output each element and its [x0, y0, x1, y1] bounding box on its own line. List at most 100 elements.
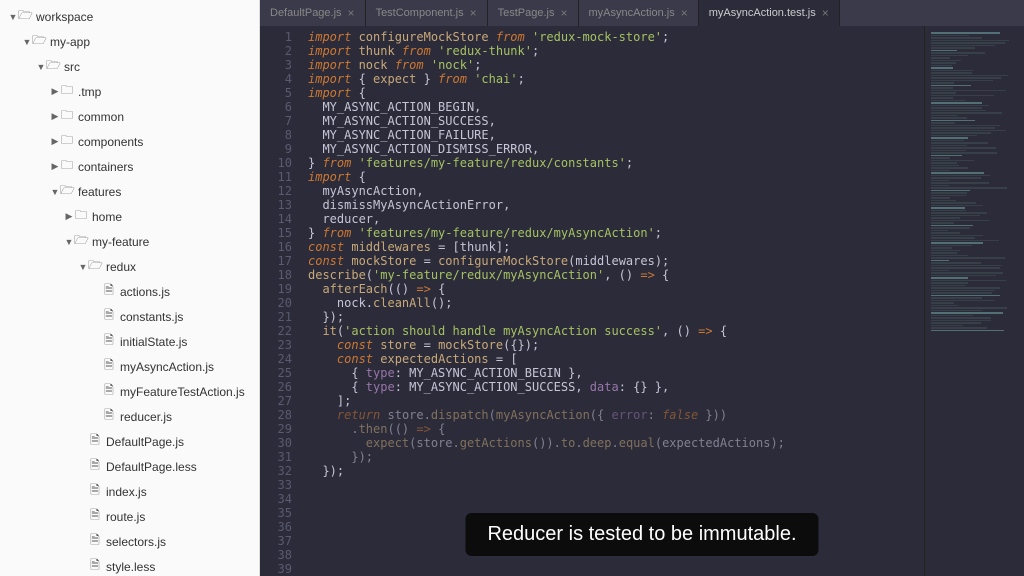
file-icon: 🗎 [102, 406, 116, 427]
tree-label: workspace [36, 10, 93, 24]
tab-DefaultPage-js[interactable]: DefaultPage.js × [260, 0, 366, 26]
tree-label: index.js [106, 485, 147, 499]
tab-close-icon[interactable]: × [470, 6, 477, 20]
file-icon: 🗎 [88, 556, 102, 576]
tab-bar: DefaultPage.js×TestComponent.js×TestPage… [260, 0, 1024, 26]
code-editor[interactable]: 1234567891011121314151617181920212223242… [260, 26, 1024, 576]
file-icon: 🗎 [102, 381, 116, 402]
tab-close-icon[interactable]: × [348, 6, 355, 20]
tree-label: my-app [50, 35, 90, 49]
tree-label: style.less [106, 560, 155, 574]
tree-item-actions-js[interactable]: 🗎actions.js [0, 279, 259, 304]
file-icon: 🗎 [88, 531, 102, 552]
tab-label: myAsyncAction.js [589, 7, 675, 19]
tree-item--tmp[interactable]: ▶🗀 .tmp [0, 79, 259, 104]
tree-label: common [78, 110, 124, 124]
tree-label: .tmp [78, 85, 101, 99]
tree-label: selectors.js [106, 535, 166, 549]
tree-label: components [78, 135, 143, 149]
tree-label: redux [106, 260, 136, 274]
folder-icon: 🗀 [60, 156, 74, 177]
folder-icon: 🗀 [74, 206, 88, 227]
file-icon: 🗎 [88, 481, 102, 502]
minimap[interactable] [924, 26, 1024, 576]
tab-myAsyncAction-test-js[interactable]: myAsyncAction.test.js × [699, 0, 840, 26]
tree-arrow-icon[interactable]: ▶ [50, 111, 60, 122]
tree-item-containers[interactable]: ▶🗀 containers [0, 154, 259, 179]
tab-myAsyncAction-js[interactable]: myAsyncAction.js × [579, 0, 699, 26]
tree-label: constants.js [120, 310, 183, 324]
tab-TestComponent-js[interactable]: TestComponent.js × [366, 0, 488, 26]
tree-item-myFeatureTestAction-js[interactable]: 🗎 myFeatureTestAction.js [0, 379, 259, 404]
tree-arrow-icon[interactable]: ▼ [8, 12, 18, 22]
tree-arrow-icon[interactable]: ▶ [50, 136, 60, 147]
tree-item-my-app[interactable]: ▼🗁 my-app [0, 29, 259, 54]
tab-close-icon[interactable]: × [822, 6, 829, 20]
tree-item-myAsyncAction-js[interactable]: 🗎 myAsyncAction.js [0, 354, 259, 379]
tab-label: myAsyncAction.test.js [709, 7, 816, 19]
tree-item-style-less[interactable]: 🗎 style.less [0, 554, 259, 576]
tree-item-workspace[interactable]: ▼🗁 workspace [0, 4, 259, 29]
tree-arrow-icon[interactable]: ▼ [36, 62, 46, 72]
tree-arrow-icon[interactable]: ▶ [64, 211, 74, 222]
file-tree-sidebar[interactable]: ▼🗁workspace▼🗁my-app▼🗁src▶🗀.tmp▶🗀common▶🗀… [0, 0, 260, 576]
file-icon: 🗎 [102, 306, 116, 327]
tree-item-components[interactable]: ▶🗀 components [0, 129, 259, 154]
folder-icon: 🗀 [60, 106, 74, 127]
tab-label: DefaultPage.js [270, 7, 342, 19]
tree-item-index-js[interactable]: 🗎 index.js [0, 479, 259, 504]
tree-item-reducer-js[interactable]: 🗎 reducer.js [0, 404, 259, 429]
caption-overlay: Reducer is tested to be immutable. [465, 513, 818, 556]
line-gutter: 1234567891011121314151617181920212223242… [260, 26, 300, 576]
tree-item-redux[interactable]: ▼🗁redux [0, 254, 259, 279]
tab-label: TestPage.js [498, 7, 555, 19]
tree-label: my-feature [92, 235, 149, 249]
tree-label: myFeatureTestAction.js [120, 385, 245, 399]
editor-area: DefaultPage.js×TestComponent.js×TestPage… [260, 0, 1024, 576]
tree-arrow-icon[interactable]: ▶ [50, 86, 60, 97]
tree-item-src[interactable]: ▼🗁 src [0, 54, 259, 79]
tab-TestPage-js[interactable]: TestPage.js × [488, 0, 579, 26]
tree-arrow-icon[interactable]: ▼ [64, 237, 74, 247]
tree-label: containers [78, 160, 133, 174]
tree-item-initialState-js[interactable]: 🗎initialState.js [0, 329, 259, 354]
file-icon: 🗎 [88, 456, 102, 477]
tree-arrow-icon[interactable]: ▼ [22, 37, 32, 47]
tree-item-DefaultPage-less[interactable]: 🗎 DefaultPage.less [0, 454, 259, 479]
tree-item-home[interactable]: ▶🗀 home [0, 204, 259, 229]
folder-open-icon: 🗁 [46, 56, 60, 77]
folder-open-icon: 🗁 [74, 231, 88, 252]
tree-label: reducer.js [120, 410, 172, 424]
folder-open-icon: 🗁 [18, 6, 32, 27]
tab-close-icon[interactable]: × [681, 6, 688, 20]
tree-arrow-icon[interactable]: ▼ [78, 262, 88, 272]
tree-item-selectors-js[interactable]: 🗎 selectors.js [0, 529, 259, 554]
tab-label: TestComponent.js [376, 7, 464, 19]
folder-icon: 🗀 [60, 81, 74, 102]
folder-open-icon: 🗁 [32, 31, 46, 52]
tree-label: myAsyncAction.js [120, 360, 214, 374]
tree-label: route.js [106, 510, 145, 524]
tree-arrow-icon[interactable]: ▼ [50, 187, 60, 197]
tree-arrow-icon[interactable]: ▶ [50, 161, 60, 172]
tree-item-features[interactable]: ▼🗁 features [0, 179, 259, 204]
folder-icon: 🗀 [60, 131, 74, 152]
file-icon: 🗎 [88, 431, 102, 452]
tree-item-my-feature[interactable]: ▼🗁 my-feature [0, 229, 259, 254]
file-icon: 🗎 [88, 506, 102, 527]
tree-item-common[interactable]: ▶🗀 common [0, 104, 259, 129]
tree-label: initialState.js [120, 335, 187, 349]
tab-close-icon[interactable]: × [561, 6, 568, 20]
tree-label: DefaultPage.js [106, 435, 184, 449]
file-icon: 🗎 [102, 281, 116, 302]
tree-label: DefaultPage.less [106, 460, 197, 474]
tree-label: src [64, 60, 80, 74]
folder-open-icon: 🗁 [60, 181, 74, 202]
file-icon: 🗎 [102, 356, 116, 377]
tree-label: features [78, 185, 121, 199]
tree-item-DefaultPage-js[interactable]: 🗎 DefaultPage.js [0, 429, 259, 454]
tree-item-constants-js[interactable]: 🗎 constants.js [0, 304, 259, 329]
tree-label: home [92, 210, 122, 224]
tree-item-route-js[interactable]: 🗎 route.js [0, 504, 259, 529]
code-content[interactable]: import configureMockStore from 'redux-mo… [300, 26, 924, 576]
